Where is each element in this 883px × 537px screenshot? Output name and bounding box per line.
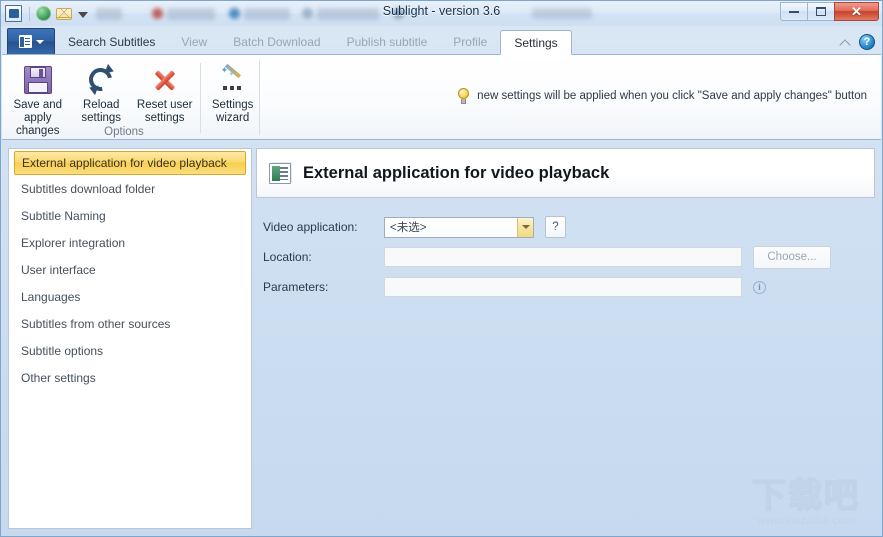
location-input[interactable] bbox=[384, 247, 742, 267]
ribbon-group-label: Options bbox=[6, 126, 242, 138]
blurred-toolbar-item bbox=[167, 8, 215, 20]
chevron-down-icon bbox=[36, 40, 44, 44]
video-application-combobox[interactable]: <未选> bbox=[384, 217, 534, 238]
magic-wand-icon: ✦ ✦ bbox=[219, 64, 247, 96]
sidebar-item-subtitle-options[interactable]: Subtitle options bbox=[9, 337, 251, 364]
ribbon-tab-bar-actions: ? bbox=[841, 34, 875, 50]
ribbon-tab-bar: Search Subtitles View Batch Download Pub… bbox=[1, 26, 882, 54]
tab-settings[interactable]: Settings bbox=[500, 30, 571, 55]
sidebar-item-other-settings[interactable]: Other settings bbox=[9, 364, 251, 391]
application-menu-button[interactable] bbox=[7, 28, 55, 54]
chevron-down-icon[interactable] bbox=[517, 218, 533, 237]
mail-icon[interactable] bbox=[56, 8, 72, 20]
window-controls: ✕ bbox=[780, 2, 879, 21]
tab-batch-download[interactable]: Batch Download bbox=[220, 30, 333, 54]
tab-search-subtitles[interactable]: Search Subtitles bbox=[55, 30, 168, 54]
blurred-icon bbox=[152, 8, 163, 19]
ribbon: Save and apply changes Reload settings bbox=[2, 54, 881, 140]
tab-view[interactable]: View bbox=[168, 30, 220, 54]
ribbon-info-message-text: new settings will be applied when you cl… bbox=[477, 90, 867, 102]
ribbon-info-message: new settings will be applied when you cl… bbox=[457, 88, 867, 104]
sidebar-item-languages[interactable]: Languages bbox=[9, 283, 251, 310]
page-title: External application for video playback bbox=[303, 164, 609, 183]
application-menu-icon bbox=[19, 35, 32, 48]
application-window-icon bbox=[269, 163, 291, 184]
reset-user-settings-button[interactable]: Reset user settings bbox=[133, 61, 196, 125]
settings-form: Video application: <未选> ? Location: Choo… bbox=[256, 212, 875, 302]
ribbon-group-separator bbox=[259, 59, 260, 135]
globe-icon[interactable] bbox=[36, 6, 51, 21]
panel-header: External application for video playback bbox=[256, 148, 875, 198]
parameters-label: Parameters: bbox=[256, 280, 384, 294]
blurred-title-suffix bbox=[532, 8, 592, 19]
settings-category-list[interactable]: External application for video playback … bbox=[8, 148, 252, 529]
ribbon-group-options: Save and apply changes Reload settings bbox=[6, 55, 260, 140]
form-row-parameters: Parameters: i bbox=[256, 272, 875, 302]
save-button-label-line1: Save and bbox=[6, 99, 69, 112]
app-icon bbox=[5, 5, 23, 23]
location-label: Location: bbox=[256, 250, 384, 264]
sidebar-item-subtitles-download-folder[interactable]: Subtitles download folder bbox=[9, 175, 251, 202]
window-title: Sublight - version 3.6 bbox=[1, 4, 882, 18]
blurred-icon bbox=[393, 8, 404, 19]
sidebar-item-user-interface[interactable]: User interface bbox=[9, 256, 251, 283]
toolbar-separator bbox=[29, 7, 30, 21]
maximize-button[interactable] bbox=[807, 2, 835, 21]
minimize-button[interactable] bbox=[780, 2, 808, 21]
parameters-input[interactable] bbox=[384, 277, 742, 297]
help-icon[interactable]: ? bbox=[859, 34, 875, 50]
title-bar: Sublight - version 3.6 ✕ bbox=[1, 1, 882, 26]
tab-profile[interactable]: Profile bbox=[440, 30, 500, 54]
refresh-icon bbox=[87, 64, 115, 96]
blurred-icon bbox=[229, 8, 240, 19]
blurred-toolbar-item bbox=[317, 8, 379, 20]
blurred-toolbar-item bbox=[244, 8, 290, 20]
sidebar-item-subtitle-naming[interactable]: Subtitle Naming bbox=[9, 202, 251, 229]
location-choose-button[interactable]: Choose... bbox=[753, 246, 831, 269]
video-application-value: <未选> bbox=[390, 219, 426, 235]
wizard-button-label-line2: wizard bbox=[212, 112, 254, 125]
sidebar-item-subtitles-from-other-sources[interactable]: Subtitles from other sources bbox=[9, 310, 251, 337]
lightbulb-icon bbox=[457, 88, 470, 104]
reset-button-label-line1: Reset user bbox=[137, 99, 193, 112]
x-mark-icon bbox=[151, 64, 179, 96]
reload-button-label-line1: Reload bbox=[81, 99, 121, 112]
tab-publish-subtitle[interactable]: Publish subtitle bbox=[334, 30, 441, 54]
parameters-info-icon[interactable]: i bbox=[753, 281, 766, 294]
reload-button-label-line2: settings bbox=[81, 112, 121, 125]
close-button[interactable]: ✕ bbox=[834, 2, 879, 21]
floppy-disk-icon bbox=[24, 64, 52, 96]
reload-settings-button[interactable]: Reload settings bbox=[69, 61, 132, 125]
chevron-up-icon[interactable] bbox=[841, 38, 852, 46]
dropdown-arrow-icon[interactable] bbox=[78, 12, 88, 18]
blurred-toolbar-item bbox=[96, 8, 122, 20]
reset-button-label-line2: settings bbox=[137, 112, 193, 125]
application-window: Sublight - version 3.6 ✕ Search Subtitle… bbox=[0, 0, 883, 537]
ribbon-divider bbox=[200, 63, 201, 133]
sidebar-item-explorer-integration[interactable]: Explorer integration bbox=[9, 229, 251, 256]
blurred-icon bbox=[302, 8, 313, 19]
settings-wizard-button[interactable]: ✦ ✦ Settings wizard bbox=[205, 61, 260, 125]
video-application-help-button[interactable]: ? bbox=[545, 216, 566, 238]
form-row-video-application: Video application: <未选> ? bbox=[256, 212, 875, 242]
close-icon: ✕ bbox=[851, 5, 862, 18]
wizard-button-label-line1: Settings bbox=[212, 99, 254, 112]
sidebar-item-external-application[interactable]: External application for video playback bbox=[14, 151, 246, 175]
settings-detail-panel: External application for video playback … bbox=[256, 148, 875, 529]
video-application-label: Video application: bbox=[256, 220, 384, 234]
main-content-area: External application for video playback … bbox=[2, 142, 881, 535]
form-row-location: Location: Choose... bbox=[256, 242, 875, 272]
